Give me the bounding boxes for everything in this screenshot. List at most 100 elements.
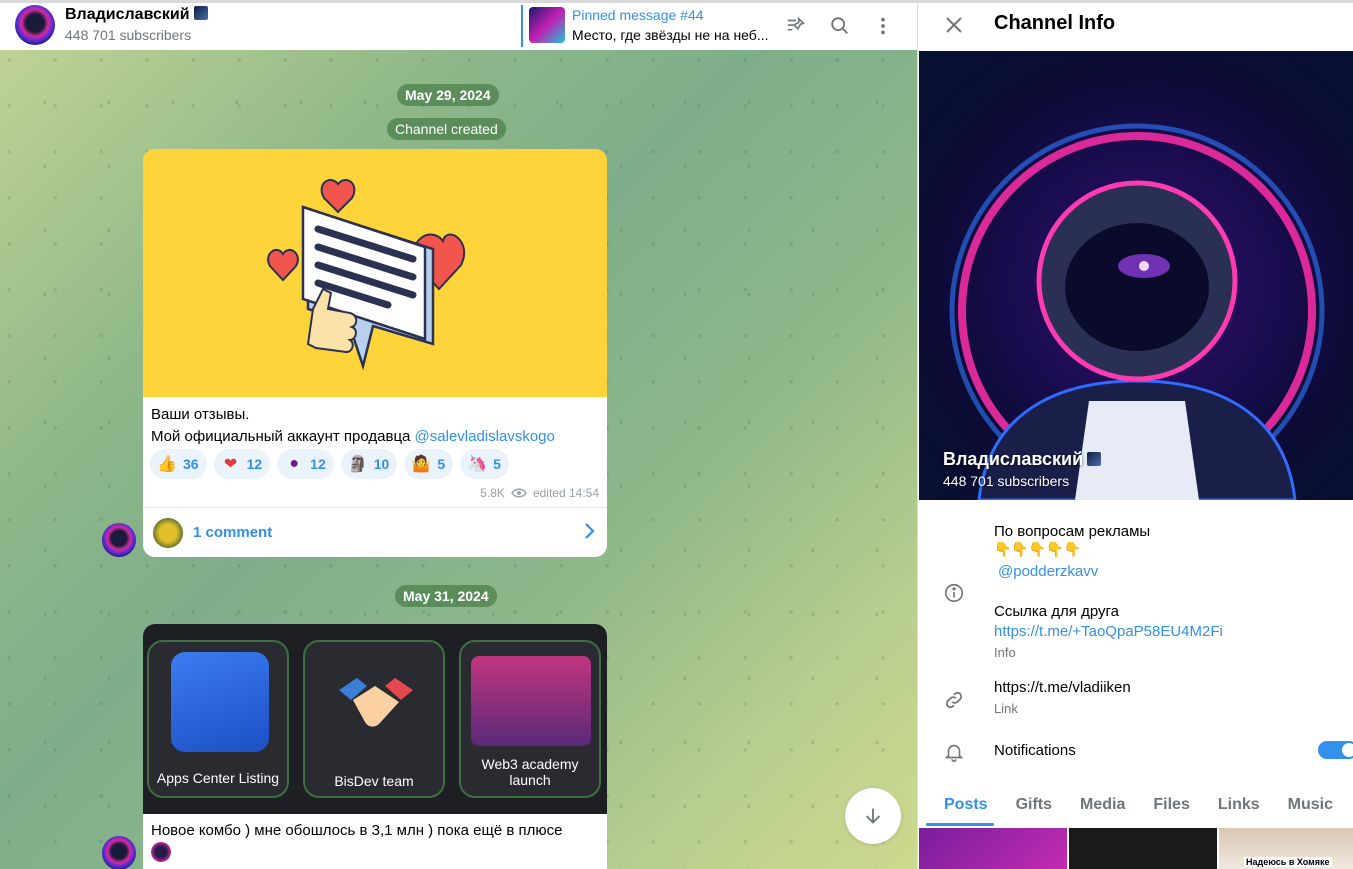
friend-link-label: Ссылка для друга [994,603,1119,620]
channel-cover-image[interactable]: Владиславский 448 701 subscribers [919,51,1353,500]
combo-card-label: BisDev team [334,773,414,789]
notifications-toggle[interactable] [1318,741,1353,759]
combo-card-bisdev: BisDev team [303,640,445,798]
more-menu-icon[interactable] [870,13,896,39]
scroll-to-bottom-button[interactable] [845,788,901,844]
media-thumbnail[interactable] [1069,828,1217,869]
unpin-icon[interactable] [783,13,809,39]
reaction-count: 10 [373,456,390,472]
reaction-heart[interactable]: ❤ 12 [213,449,271,479]
combo-card-web3: Web3 academy launch [459,640,601,798]
info-caption: Info [994,645,1016,660]
info-header: Channel Info [918,0,1353,50]
about-text: По вопросам рекламы [994,523,1151,540]
channel-link[interactable]: https://t.me/vladiiken [994,679,1131,696]
reaction-count: 12 [246,456,263,472]
comments-label: 1 comment [193,524,273,541]
comments-button[interactable]: 1 comment [143,507,607,557]
eye-icon [511,488,527,498]
invite-link[interactable]: https://t.me/+TaoQpaP58EU4M2Fi [994,623,1223,640]
pinned-title: Pinned message #44 [572,7,704,23]
post-bubble: Ваши отзывы. Мой официальный аккаунт про… [143,149,607,557]
channel-emoji-icon [193,6,208,20]
link-icon [942,688,966,712]
post-avatar[interactable] [102,523,136,557]
tab-music[interactable]: Music [1274,786,1347,826]
channel-emoji-icon [1087,452,1102,466]
pinned-text: Место, где звёзды не на неб... [572,27,769,43]
chat-area: Владиславский 448 701 subscribers Pinned… [0,0,917,869]
post-text-line: Ваши отзывы. [151,406,250,423]
combo-card-apps-center: Apps Center Listing [147,640,289,798]
post-text: Новое комбо ) мне обошлось в 3,1 млн ) п… [151,822,563,839]
post-text: Ваши отзывы. Мой официальный аккаунт про… [151,404,555,448]
channel-info-panel: Channel Info Владиславский 448 701 subsc… [917,0,1353,869]
cover-channel-name: Владиславский [943,449,1102,470]
thumbs-up-icon: 👍 [157,456,177,473]
channel-title[interactable]: Владиславский [65,6,208,24]
hamster-academy-icon [471,656,591,746]
media-thumbnail[interactable] [919,828,1067,869]
system-message: Channel created [387,118,506,140]
reaction-thumbs-up[interactable]: 👍 36 [150,449,207,479]
apps-center-icon [171,652,269,752]
ads-contact-link[interactable]: @podderzkavv [998,563,1098,580]
reaction-shrug[interactable]: 🤷 5 [404,449,454,479]
tab-media[interactable]: Media [1066,786,1139,826]
link-caption: Link [994,701,1018,716]
reaction-count: 12 [310,456,326,472]
reaction-moai[interactable]: 🗿 10 [340,449,398,479]
arrow-down-icon [865,808,881,824]
about-emoji-line: 👇👇👇👇👇 [994,541,1082,557]
notifications-label: Notifications [994,742,1076,759]
reaction-count: 5 [493,456,501,472]
reaction-count: 5 [437,456,446,472]
seller-mention-link[interactable]: @salevladislavskogo [415,428,555,445]
close-icon[interactable] [940,11,968,39]
tab-posts[interactable]: Posts [918,786,1002,826]
panel-title: Channel Info [994,12,1116,34]
date-separator: May 29, 2024 [397,84,499,106]
chat-header: Владиславский 448 701 subscribers Pinned… [0,0,917,50]
custom-emoji-icon [151,842,171,862]
channel-avatar[interactable] [15,5,55,45]
media-tabs: Posts Gifts Media Files Links Music [918,786,1353,826]
pinned-message-bar[interactable]: Pinned message #44 Место, где звёзды не … [521,5,771,47]
tab-links[interactable]: Links [1204,786,1274,826]
handshake-icon [339,678,413,727]
media-grid: Надеюсь в Хомяке [918,828,1353,869]
date-separator: May 31, 2024 [395,585,497,607]
reaction-custom[interactable]: ● 12 [277,449,334,479]
pinned-thumbnail [529,7,565,43]
post-meta: 5.8K edited 14:54 [480,486,599,500]
chevron-right-icon [583,522,597,545]
post-image[interactable]: Apps Center Listing BisDev team Web3 aca… [143,624,607,814]
post-image[interactable] [143,149,607,397]
bell-icon [942,740,966,764]
tab-gifts[interactable]: Gifts [1002,786,1066,826]
post-text-span: Мой официальный аккаунт продавца [151,428,415,445]
subscriber-count: 448 701 subscribers [65,27,192,43]
reaction-count: 36 [183,456,199,472]
view-count: 5.8K [480,486,505,500]
combo-card-label: Web3 academy launch [481,756,579,788]
edited-time: edited 14:54 [532,486,599,500]
reactions-bar: 👍 36 ❤ 12 ● 12 🗿 10 🤷 5 🦄 5 [150,449,509,479]
unicorn-icon: 🦄 [467,456,488,473]
search-icon[interactable] [827,13,853,39]
post-text-line: Мой официальный аккаунт продавца @salevl… [151,426,555,448]
heart-icon: ❤ [223,456,238,473]
post-bubble: Apps Center Listing BisDev team Web3 aca… [143,624,607,869]
moai-icon: 🗿 [347,456,368,473]
cover-subscriber-count: 448 701 subscribers [943,473,1070,489]
combo-card-label: Apps Center Listing [156,770,280,786]
tab-files[interactable]: Files [1139,786,1203,826]
reaction-unicorn[interactable]: 🦄 5 [460,449,509,479]
toggle-knob [1342,743,1353,757]
custom-emoji-icon: ● [289,455,299,472]
post-avatar[interactable] [102,836,136,869]
media-thumbnail[interactable]: Надеюсь в Хомяке [1219,828,1353,869]
commenter-avatar [153,518,183,548]
media-caption: Надеюсь в Хомяке [1244,857,1332,867]
info-circle-icon [942,581,966,605]
